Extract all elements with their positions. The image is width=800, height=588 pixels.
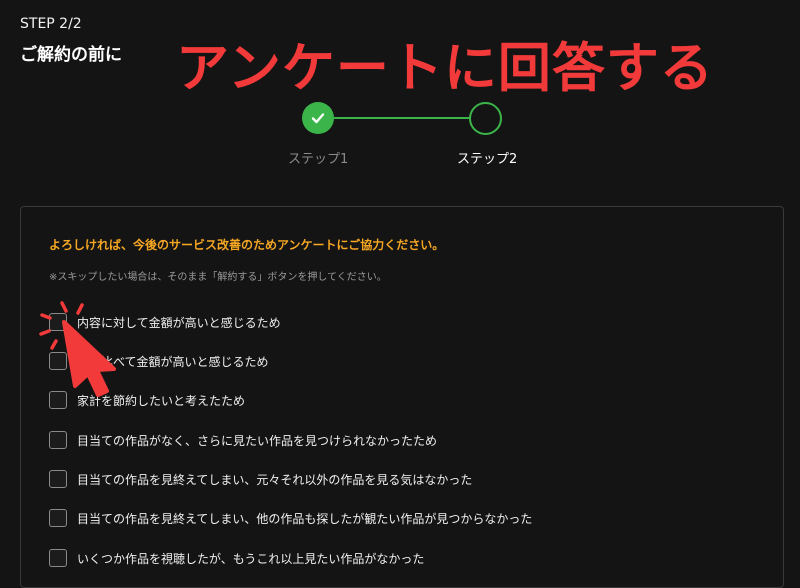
survey-panel: よろしければ、今後のサービス改善のためアンケートにご協力ください。 ※スキップし…: [20, 206, 784, 588]
survey-option[interactable]: 目当ての作品を見終えてしまい、元々それ以外の作品を見る気はなかった: [49, 468, 472, 490]
step-2-indicator: [469, 102, 502, 135]
step-1-indicator: [302, 102, 334, 134]
option-label: 目当ての作品を見終えてしまい、他の作品も探したが観たい作品が見つからなかった: [77, 511, 533, 526]
option-checkbox[interactable]: [49, 313, 67, 331]
survey-option[interactable]: 家計を節約したいと考えたため: [49, 389, 245, 411]
option-label: 目当ての作品を見終えてしまい、元々それ以外の作品を見る気はなかった: [77, 472, 473, 487]
checkmark-icon: [311, 113, 325, 124]
option-label: 内容に対して金額が高いと感じるため: [77, 315, 281, 330]
option-label: 家計を節約したいと考えたため: [77, 393, 246, 408]
stepper: ステップ1 ステップ2: [0, 0, 800, 180]
survey-option[interactable]: いくつか作品を視聴したが、もうこれ以上見たい作品がなかった: [49, 547, 424, 569]
option-label: いくつか作品を視聴したが、もうこれ以上見たい作品がなかった: [77, 551, 425, 566]
option-checkbox[interactable]: [49, 352, 67, 370]
option-checkbox[interactable]: [49, 549, 67, 567]
step-2-label: ステップ2: [457, 152, 518, 167]
option-checkbox[interactable]: [49, 470, 67, 488]
option-checkbox[interactable]: [49, 431, 67, 449]
option-label: 他と比べて金額が高いと感じるため: [77, 354, 269, 369]
stepper-connector: [334, 117, 470, 119]
survey-prompt: よろしければ、今後のサービス改善のためアンケートにご協力ください。: [49, 238, 445, 252]
survey-option[interactable]: 他と比べて金額が高いと感じるため: [49, 350, 269, 372]
option-checkbox[interactable]: [49, 509, 67, 527]
survey-option[interactable]: 目当ての作品を見終えてしまい、他の作品も探したが観たい作品が見つからなかった: [49, 507, 532, 529]
skip-note: ※スキップしたい場合は、そのまま「解約する」ボタンを押してください。: [49, 272, 387, 283]
option-checkbox[interactable]: [49, 391, 67, 409]
survey-option[interactable]: 目当ての作品がなく、さらに見たい作品を見つけられなかったため: [49, 429, 437, 451]
option-label: 目当ての作品がなく、さらに見たい作品を見つけられなかったため: [77, 433, 438, 448]
survey-option[interactable]: 内容に対して金額が高いと感じるため: [49, 311, 281, 333]
step-1-label: ステップ1: [288, 152, 349, 167]
